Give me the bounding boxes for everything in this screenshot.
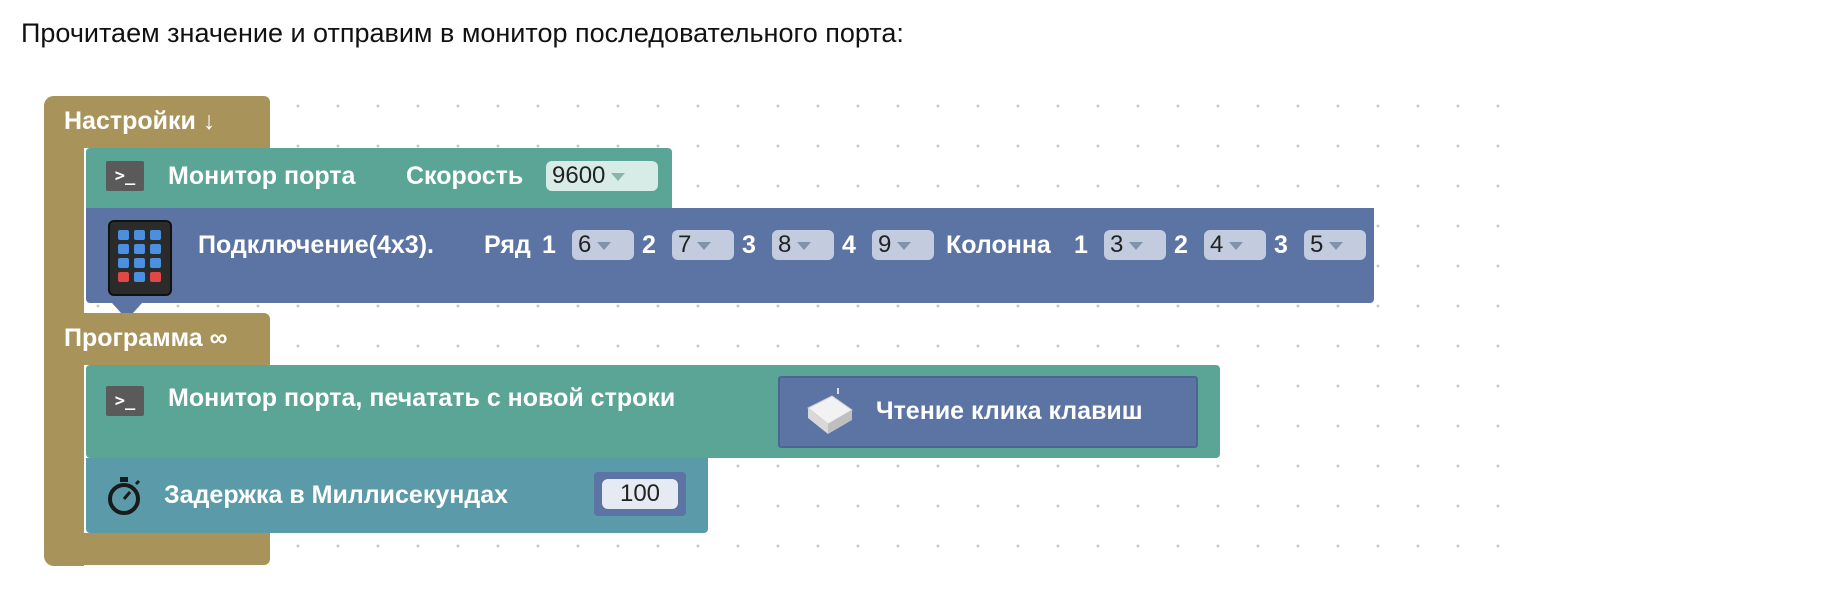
row-2-pin: 7 xyxy=(678,231,692,258)
setup-hat-label: Настройки ↓ xyxy=(64,107,216,135)
col-2-pin-dropdown[interactable]: 4 xyxy=(1204,230,1266,260)
program-hat-label: Программа ∞ xyxy=(64,324,228,352)
keypad-connect-block[interactable]: Подключение(4x3). Ряд 1 6 2 7 3 8 4 9 Ко… xyxy=(86,208,1374,303)
col-2-pin: 4 xyxy=(1210,231,1224,258)
terminal-icon: >_ xyxy=(106,386,144,416)
read-key-label: Чтение клика клавиш xyxy=(876,397,1143,425)
chevron-down-icon xyxy=(1329,241,1344,250)
speed-dropdown[interactable]: 9600 xyxy=(546,161,658,191)
delay-label: Задержка в Миллисекундах xyxy=(164,481,509,509)
stopwatch-icon xyxy=(108,477,141,515)
col-label: Колонна xyxy=(946,231,1051,259)
hat-bottom xyxy=(44,533,270,565)
col-3-pin: 5 xyxy=(1310,231,1324,258)
row-1-pin: 6 xyxy=(578,231,592,258)
delay-value: 100 xyxy=(619,480,661,507)
intro-text: Прочитаем значение и отправим в монитор … xyxy=(21,18,904,48)
read-key-block[interactable]: Чтение клика клавиш xyxy=(778,376,1198,448)
delay-block[interactable]: Задержка в Миллисекундах 100 xyxy=(86,458,708,533)
delay-value-block[interactable]: 100 xyxy=(594,472,686,516)
col-1-pin: 3 xyxy=(1110,231,1124,258)
serial-println-block[interactable]: >_ Монитор порта, печатать с новой строк… xyxy=(86,365,1220,458)
program-hat[interactable]: Программа ∞ xyxy=(44,313,270,365)
row-2-pin-dropdown[interactable]: 7 xyxy=(672,230,734,260)
println-label: Монитор порта, печатать с новой строки xyxy=(168,384,676,412)
row-1-index: 1 xyxy=(542,231,556,259)
row-label: Ряд xyxy=(484,231,531,259)
speed-label: Скорость xyxy=(406,162,524,190)
key-press-icon xyxy=(807,388,853,434)
serial-speed-block[interactable]: >_ Монитор порта Скорость 9600 xyxy=(86,148,672,208)
chevron-down-icon xyxy=(797,241,812,250)
col-3-pin-dropdown[interactable]: 5 xyxy=(1304,230,1366,260)
row-3-index: 3 xyxy=(742,231,756,259)
serial-label: Монитор порта xyxy=(168,162,356,190)
row-1-pin-dropdown[interactable]: 6 xyxy=(572,230,634,260)
row-3-pin: 8 xyxy=(778,231,792,258)
terminal-icon: >_ xyxy=(106,161,144,191)
col-1-index: 1 xyxy=(1074,231,1088,259)
col-1-pin-dropdown[interactable]: 3 xyxy=(1104,230,1166,260)
row-4-pin: 9 xyxy=(878,231,892,258)
col-2-index: 2 xyxy=(1174,231,1188,259)
col-3-index: 3 xyxy=(1274,231,1288,259)
chevron-down-icon xyxy=(611,172,626,181)
delay-value-field[interactable]: 100 xyxy=(602,479,678,509)
chevron-down-icon xyxy=(897,241,912,250)
row-3-pin-dropdown[interactable]: 8 xyxy=(772,230,834,260)
row-4-pin-dropdown[interactable]: 9 xyxy=(872,230,934,260)
row-2-index: 2 xyxy=(642,231,656,259)
keypad-connect-label: Подключение(4x3). xyxy=(198,231,434,259)
chevron-down-icon xyxy=(697,241,712,250)
chevron-down-icon xyxy=(1229,241,1244,250)
row-4-index: 4 xyxy=(842,231,856,259)
chevron-down-icon xyxy=(597,241,612,250)
setup-hat[interactable]: Настройки ↓ xyxy=(44,96,270,148)
chevron-down-icon xyxy=(1129,241,1144,250)
speed-value: 9600 xyxy=(552,162,606,189)
keypad-icon xyxy=(108,220,172,296)
